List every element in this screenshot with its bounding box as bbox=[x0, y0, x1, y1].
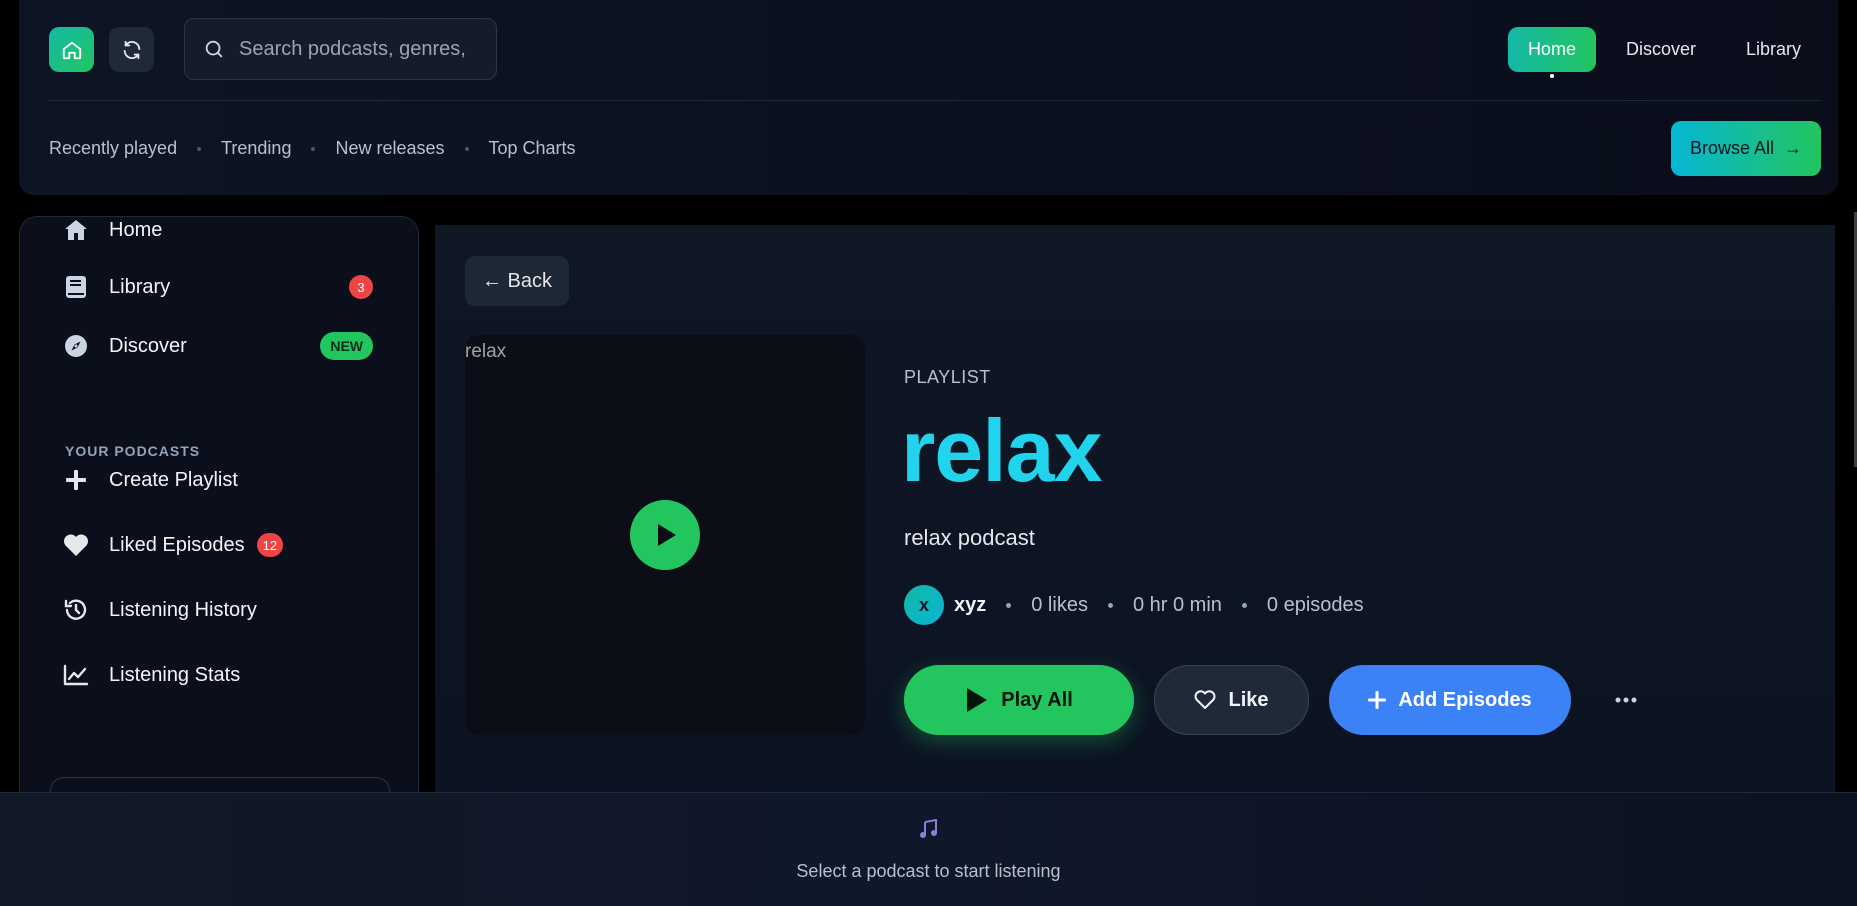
playlist-title: relax bbox=[901, 401, 1103, 500]
subnav-recently-played[interactable]: Recently played bbox=[49, 138, 177, 159]
sub-nav: Recently played Trending New releases To… bbox=[49, 138, 576, 159]
sidebar-item-home[interactable]: Home bbox=[63, 217, 373, 243]
search-icon bbox=[205, 40, 223, 58]
like-button[interactable]: Like bbox=[1154, 665, 1309, 735]
sidebar: Home Library 3 Discover NEW YOUR PODCAST… bbox=[19, 216, 419, 796]
episode-count: 0 episodes bbox=[1266, 593, 1364, 616]
sidebar-item-label: Home bbox=[109, 218, 163, 241]
library-count-badge: 3 bbox=[349, 275, 373, 299]
meta-separator bbox=[1241, 602, 1247, 608]
playlist-cover[interactable]: relax bbox=[465, 335, 865, 735]
history-icon bbox=[63, 597, 89, 623]
home-button[interactable] bbox=[49, 27, 94, 72]
chart-line-icon bbox=[63, 662, 89, 688]
likes-count: 0 likes bbox=[1031, 593, 1088, 616]
nav-library[interactable]: Library bbox=[1726, 27, 1821, 72]
top-header: Home Discover Library Recently played Tr… bbox=[19, 0, 1838, 195]
sidebar-item-listening-history[interactable]: Listening History bbox=[63, 597, 373, 623]
play-all-button[interactable]: Play All bbox=[904, 665, 1134, 735]
subnav-new-releases[interactable]: New releases bbox=[335, 138, 444, 159]
like-label: Like bbox=[1228, 688, 1269, 711]
sidebar-item-label: Create Playlist bbox=[109, 468, 238, 491]
music-note-icon bbox=[916, 817, 940, 841]
sidebar-item-label: Listening History bbox=[109, 598, 257, 621]
browse-all-label: Browse All bbox=[1689, 138, 1775, 158]
subnav-separator bbox=[464, 146, 469, 151]
compass-icon bbox=[63, 333, 89, 359]
home-icon bbox=[62, 41, 81, 59]
home-icon bbox=[63, 217, 89, 243]
cover-play-button[interactable] bbox=[630, 500, 700, 570]
nav-discover[interactable]: Discover bbox=[1606, 27, 1716, 72]
avatar[interactable]: x bbox=[904, 585, 944, 625]
play-icon bbox=[965, 687, 989, 713]
total-duration: 0 hr 0 min bbox=[1132, 593, 1222, 616]
heart-outline-icon bbox=[1194, 690, 1216, 710]
back-button[interactable]: ← Back bbox=[465, 256, 569, 306]
top-nav: Home Discover Library bbox=[1507, 27, 1838, 72]
new-badge: NEW bbox=[320, 332, 373, 360]
browse-all-button[interactable]: Browse All → bbox=[1671, 121, 1821, 176]
player-bar: Select a podcast to start listening bbox=[0, 792, 1857, 906]
play-icon bbox=[658, 524, 676, 546]
playlist-kind-label: PLAYLIST bbox=[904, 367, 991, 387]
player-empty-message: Select a podcast to start listening bbox=[796, 861, 1061, 881]
sidebar-item-create-playlist[interactable]: Create Playlist bbox=[63, 467, 373, 493]
subnav-separator bbox=[311, 146, 316, 151]
meta-separator bbox=[1006, 602, 1012, 608]
subnav-trending[interactable]: Trending bbox=[221, 138, 291, 159]
book-icon bbox=[63, 274, 89, 300]
header-divider bbox=[49, 100, 1821, 101]
meta-separator bbox=[1107, 602, 1113, 608]
search-box[interactable] bbox=[184, 18, 497, 80]
owner-name[interactable]: xyz bbox=[954, 594, 986, 617]
sidebar-item-label: Library bbox=[109, 275, 171, 298]
sidebar-item-label: Discover bbox=[109, 334, 187, 357]
playlist-meta: x xyz 0 likes 0 hr 0 min 0 episodes bbox=[904, 585, 1364, 625]
sidebar-item-discover[interactable]: Discover NEW bbox=[63, 332, 373, 360]
cover-alt-text: relax bbox=[465, 341, 507, 362]
nav-home[interactable]: Home bbox=[1507, 27, 1596, 72]
subnav-separator bbox=[197, 146, 202, 151]
sidebar-item-library[interactable]: Library 3 bbox=[63, 274, 373, 300]
heart-icon bbox=[63, 532, 89, 558]
sidebar-item-liked-episodes[interactable]: Liked Episodes 12 bbox=[63, 532, 373, 558]
arrow-right-icon: → bbox=[1784, 138, 1803, 158]
refresh-icon bbox=[123, 40, 140, 59]
playlist-detail: ← Back relax PLAYLIST relax relax podcas… bbox=[435, 225, 1835, 796]
subnav-top-charts[interactable]: Top Charts bbox=[489, 138, 576, 159]
search-input[interactable] bbox=[239, 37, 469, 61]
more-horizontal-icon bbox=[1615, 697, 1637, 703]
sidebar-item-listening-stats[interactable]: Listening Stats bbox=[63, 662, 373, 688]
plus-icon bbox=[63, 467, 89, 493]
liked-count-badge: 12 bbox=[256, 533, 284, 557]
add-episodes-label: Add Episodes bbox=[1398, 688, 1532, 711]
your-podcasts-heading: YOUR PODCASTS bbox=[65, 443, 201, 459]
more-options-button[interactable] bbox=[1611, 685, 1641, 715]
add-episodes-button[interactable]: Add Episodes bbox=[1329, 665, 1571, 735]
play-all-label: Play All bbox=[1001, 688, 1073, 711]
sidebar-item-label: Listening Stats bbox=[109, 663, 241, 686]
plus-icon bbox=[1368, 691, 1387, 709]
playlist-description: relax podcast bbox=[904, 525, 1035, 550]
refresh-button[interactable] bbox=[109, 27, 154, 72]
sidebar-item-label: Liked Episodes bbox=[109, 533, 245, 556]
playlist-actions: Play All Like Add Episodes bbox=[904, 665, 1641, 735]
